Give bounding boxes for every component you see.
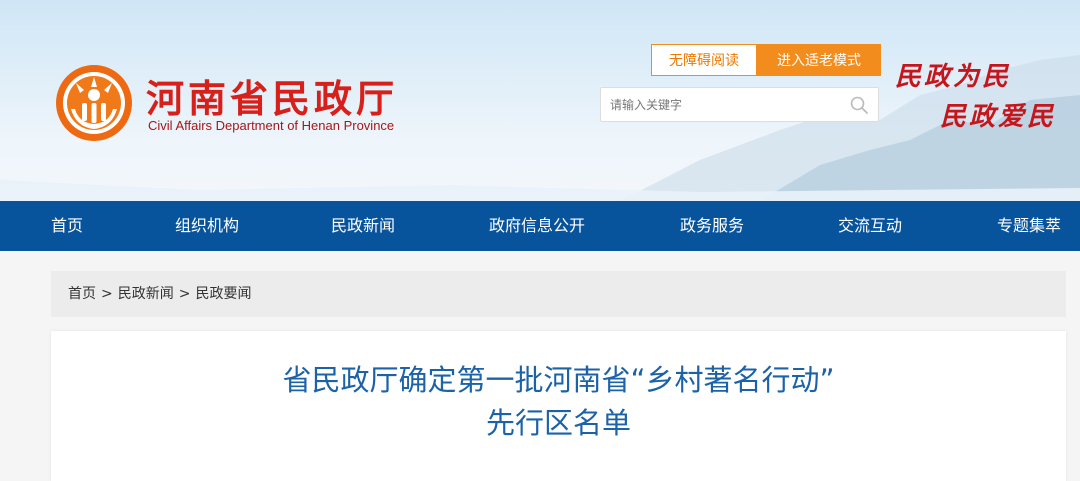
nav-item-topics[interactable]: 专题集萃 [997,201,1061,251]
breadcrumb-separator: > [101,286,113,302]
reading-mode-bar: 无障碍阅读 进入适老模式 [651,44,881,76]
breadcrumb-news[interactable]: 民政新闻 [118,286,174,302]
breadcrumb-separator: > [178,286,191,302]
breadcrumb-home[interactable]: 首页 [68,286,96,302]
elder-mode-button[interactable]: 进入适老模式 [757,44,881,76]
nav-item-organization[interactable]: 组织机构 [175,201,239,251]
nav-item-news[interactable]: 民政新闻 [331,201,395,251]
nav-item-gov-info[interactable]: 政府信息公开 [489,201,585,251]
breadcrumb-key-news[interactable]: 民政要闻 [195,286,251,302]
breadcrumb: 首页 > 民政新闻 > 民政要闻 [51,271,1066,317]
search-icon[interactable] [849,95,869,115]
site-subtitle: Civil Affairs Department of Henan Provin… [148,118,395,133]
article-title-line-1: 省民政厅确定第一批河南省“乡村著名行动” [282,363,835,397]
hands-sun-emblem-icon[interactable] [54,63,134,143]
nav-item-interaction[interactable]: 交流互动 [838,201,902,251]
article-title: 省民政厅确定第一批河南省“乡村著名行动” 先行区名单 [51,359,1066,445]
slogan-line-2: 民政爱民 [940,102,1057,132]
site-title[interactable]: 河南省民政厅 [146,68,398,123]
search-input[interactable] [601,88,850,121]
nav-item-home[interactable]: 首页 [51,201,83,251]
main-nav: 首页 组织机构 民政新闻 政府信息公开 政务服务 交流互动 专题集萃 [0,201,1080,251]
slogan-line-1: 民政为民 [895,62,1012,92]
article-panel: 省民政厅确定第一批河南省“乡村著名行动” 先行区名单 [51,331,1066,481]
nav-item-services[interactable]: 政务服务 [680,201,744,251]
article-title-line-2: 先行区名单 [485,406,631,440]
accessible-reading-button[interactable]: 无障碍阅读 [651,44,757,76]
search-box [600,87,879,122]
site-header: 河南省民政厅 Civil Affairs Department of Henan… [0,0,1080,201]
